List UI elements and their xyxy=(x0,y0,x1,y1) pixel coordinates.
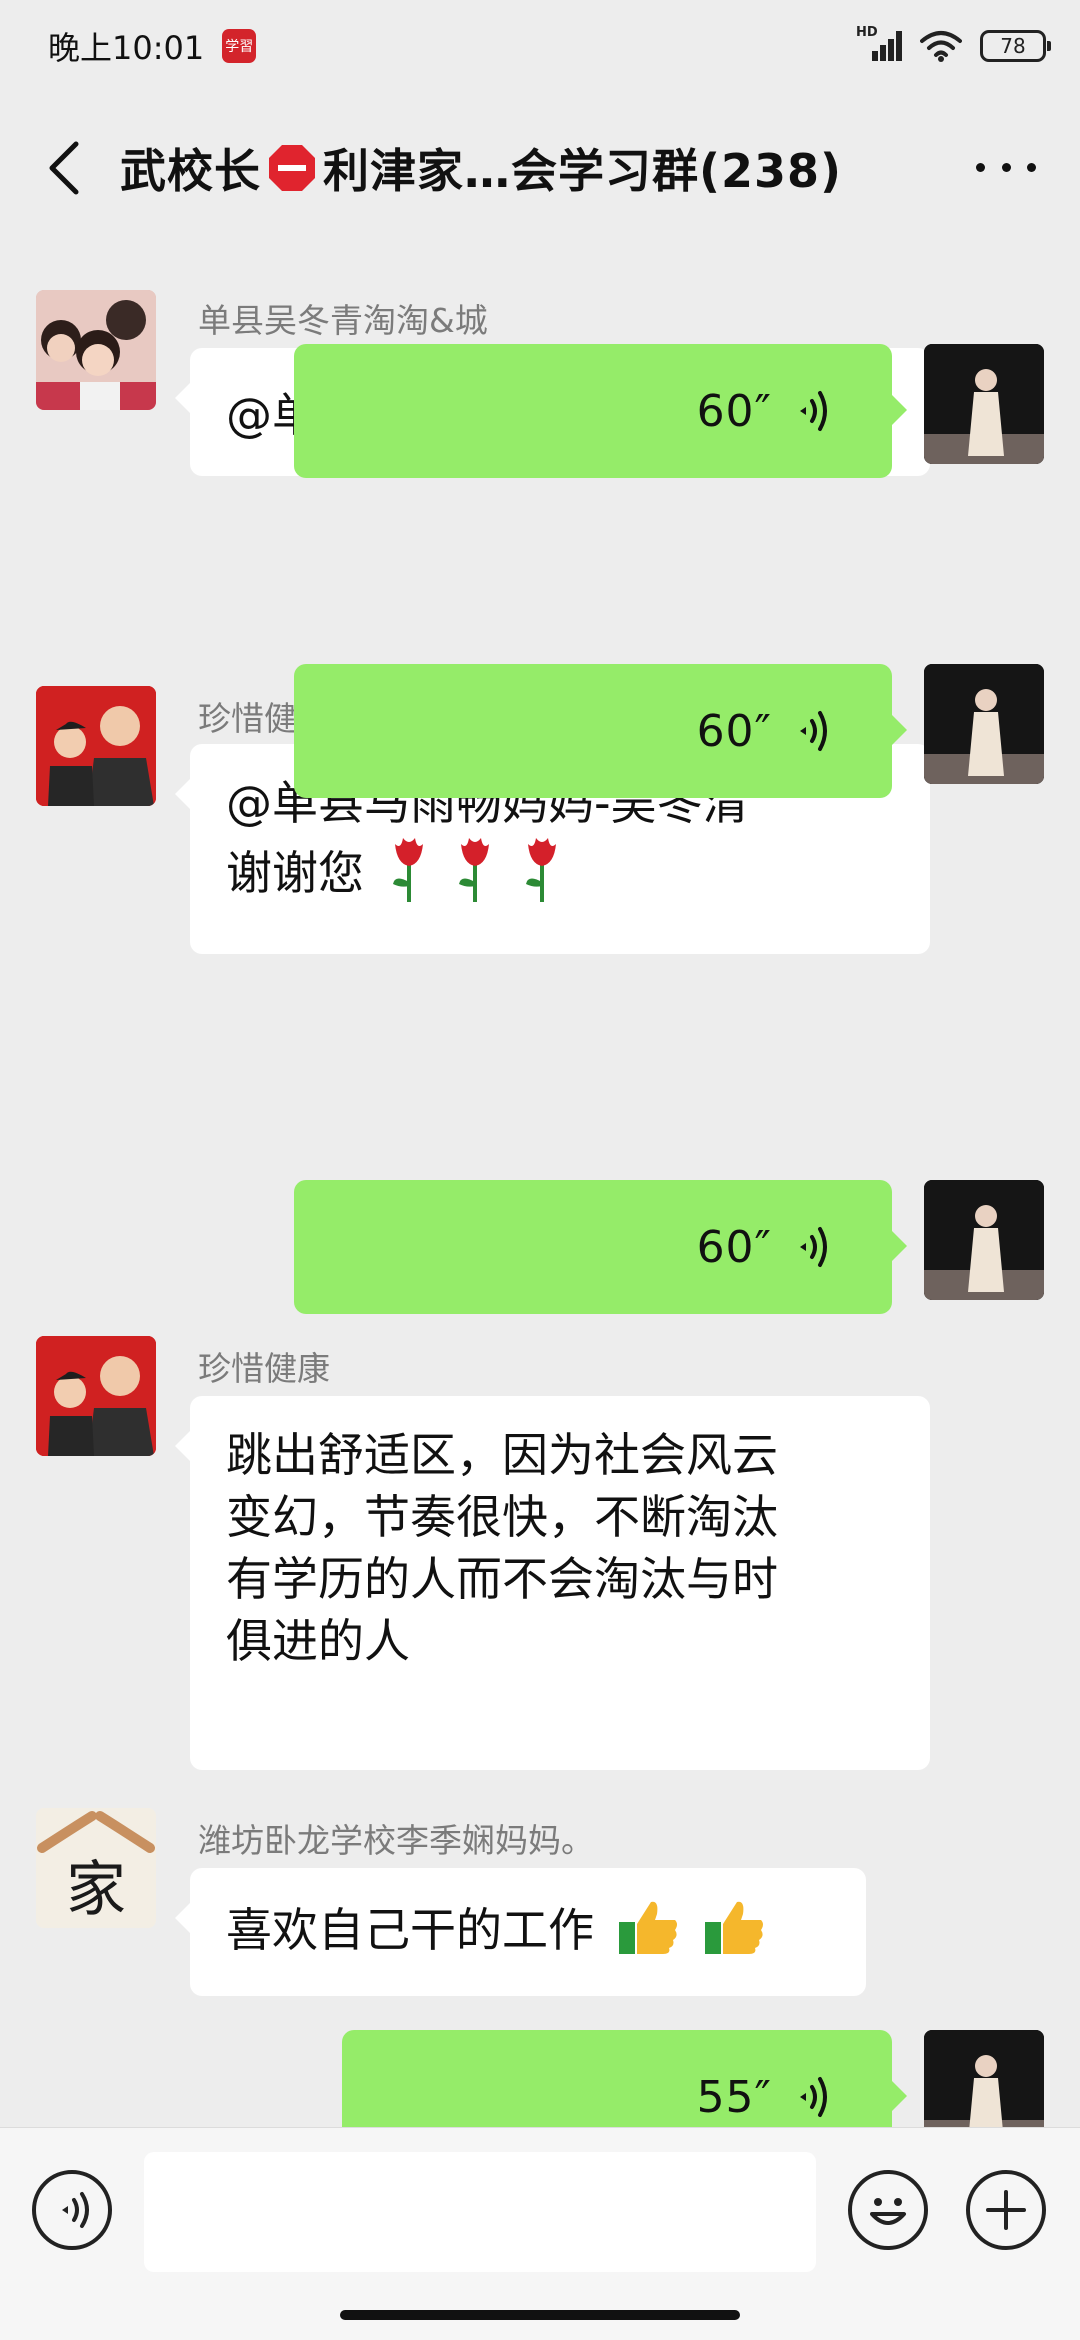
avatar[interactable] xyxy=(36,290,156,410)
back-arrow-icon[interactable] xyxy=(42,140,86,196)
rose-icon xyxy=(453,834,497,919)
avatar[interactable] xyxy=(36,686,156,806)
status-left: 晚上10:01 学習 xyxy=(48,23,257,69)
voice-duration: 60″ xyxy=(696,705,772,757)
avatar[interactable]: 家 xyxy=(36,1808,156,1928)
avatar-photo xyxy=(924,1180,1044,1300)
wifi-icon xyxy=(920,31,962,62)
message-text-line: 变幻，节奏很快，不断淘汰 xyxy=(226,1490,778,1544)
my-avatar[interactable] xyxy=(924,344,1044,464)
stop-sign-icon xyxy=(269,145,315,191)
message-text: 谢谢您 xyxy=(226,846,364,900)
voice-play-icon xyxy=(800,391,827,431)
sender-name: 珍惜健康 xyxy=(198,1349,330,1388)
chat-title[interactable]: 武校长 利津家…会学习群(238) xyxy=(120,136,950,200)
thumbs-up-icon xyxy=(703,1896,767,1971)
avatar-photo xyxy=(36,686,156,806)
chat-message-list[interactable]: 单县吴冬青淘淘&城 @单县 万秀文 60″ xyxy=(0,242,1080,2127)
avatar-photo: 家 xyxy=(36,1808,156,1928)
app-notification-icon: 学習 xyxy=(222,29,257,63)
sender-name: 潍坊卧龙学校李季娴妈妈。 xyxy=(198,1821,594,1860)
chat-header: 武校长 利津家…会学习群(238) xyxy=(0,92,1080,242)
voice-message-bubble[interactable]: 60″ xyxy=(294,664,907,798)
avatar-photo xyxy=(924,664,1044,784)
voice-message-bubble[interactable]: 55″ xyxy=(342,2030,907,2127)
avatar-photo xyxy=(924,344,1044,464)
message-bubble[interactable]: 喜欢自己干的工作 xyxy=(175,1868,866,1996)
voice-play-icon xyxy=(800,711,827,751)
status-bar: 晚上10:01 学習 HD 78 xyxy=(0,0,1080,92)
status-time: 晚上10:01 xyxy=(48,29,205,67)
message-text-line: 有学历的人而不会淘汰与时 xyxy=(226,1552,778,1606)
cellular-signal-icon: HD xyxy=(856,25,902,63)
plus-icon[interactable] xyxy=(966,2170,1046,2250)
my-avatar[interactable] xyxy=(924,2030,1044,2127)
input-bar xyxy=(0,2127,1080,2340)
battery-level: 78 xyxy=(1000,34,1026,58)
avatar[interactable] xyxy=(36,1336,156,1456)
message-text-line: 俱进的人 xyxy=(226,1614,410,1668)
message-bubble[interactable]: 跳出舒适区，因为社会风云 变幻，节奏很快，不断淘汰 有学历的人而不会淘汰与时 俱… xyxy=(175,1396,930,1770)
message-text: 喜欢自己干的工作 xyxy=(226,1903,594,1957)
more-options-icon[interactable] xyxy=(976,154,1036,180)
chat-title-part2: 利津家…会学习群(238) xyxy=(323,144,843,198)
voice-play-icon xyxy=(800,1227,827,1267)
message-input[interactable] xyxy=(144,2152,816,2272)
message-text-line: 跳出舒适区，因为社会风云 xyxy=(226,1428,778,1482)
voice-duration: 60″ xyxy=(696,1221,772,1273)
rose-icon xyxy=(387,834,431,919)
emoji-icon[interactable] xyxy=(848,2170,928,2250)
my-avatar[interactable] xyxy=(924,1180,1044,1300)
sender-name: 单县吴冬青淘淘&城 xyxy=(198,301,488,340)
thumbs-up-icon xyxy=(617,1896,681,1971)
my-avatar[interactable] xyxy=(924,664,1044,784)
rose-icon xyxy=(520,834,564,919)
home-indicator[interactable] xyxy=(340,2310,740,2320)
voice-duration: 60″ xyxy=(696,385,772,437)
voice-duration: 55″ xyxy=(696,2071,772,2123)
status-right: HD 78 xyxy=(856,25,1051,63)
avatar-photo xyxy=(924,2030,1044,2127)
chat-title-part1: 武校长 xyxy=(120,144,261,198)
avatar-char: 家 xyxy=(66,1855,126,1925)
message-text-line-2: 谢谢您 xyxy=(226,834,894,919)
voice-play-icon xyxy=(800,2077,827,2117)
avatar-photo xyxy=(36,290,156,410)
battery-icon: 78 xyxy=(980,30,1051,62)
voice-message-bubble[interactable]: 60″ xyxy=(294,344,907,478)
network-type: HD xyxy=(856,25,878,40)
voice-mode-icon[interactable] xyxy=(32,2170,112,2250)
avatar-photo xyxy=(36,1336,156,1456)
voice-message-bubble[interactable]: 60″ xyxy=(294,1180,907,1314)
